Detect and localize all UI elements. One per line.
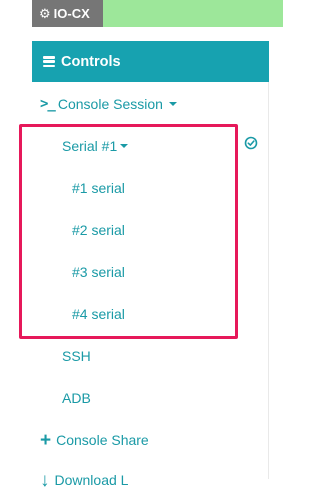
check-circle-icon xyxy=(244,136,258,150)
chevron-down-icon xyxy=(120,144,129,148)
nav-console-session-label: Console Session xyxy=(57,96,163,112)
highlight-box xyxy=(19,124,238,339)
nav-download-label: Download L xyxy=(54,472,129,488)
nav-serial-item[interactable]: #2 serial xyxy=(72,221,125,239)
download-icon: ↓ xyxy=(40,469,50,491)
nav-ssh-label: SSH xyxy=(62,348,91,364)
nav-console-session[interactable]: >_ Console Session xyxy=(40,95,177,113)
chevron-down-icon xyxy=(168,102,177,106)
plus-icon: + xyxy=(40,429,52,451)
app-badge-label: IO-CX xyxy=(53,6,90,21)
nav-serial-1[interactable]: Serial #1 xyxy=(62,137,129,155)
panel-divider xyxy=(268,41,269,479)
nav-serial-item[interactable]: #1 serial xyxy=(72,179,125,197)
hamburger-icon xyxy=(43,56,55,67)
nav-ssh[interactable]: SSH xyxy=(62,347,91,365)
controls-header-label: Controls xyxy=(61,53,121,70)
nav-serial-item-label: #1 serial xyxy=(72,180,125,196)
nav-serial-item-label: #2 serial xyxy=(72,222,125,238)
nav-console-share[interactable]: + Console Share xyxy=(40,429,149,451)
nav-serial-item[interactable]: #4 serial xyxy=(72,305,125,323)
terminal-icon: >_ xyxy=(40,96,56,112)
top-bar xyxy=(103,0,283,27)
controls-header[interactable]: Controls xyxy=(32,41,269,82)
nav-serial-item-label: #4 serial xyxy=(72,306,125,322)
nav-serial-item-label: #3 serial xyxy=(72,264,125,280)
nav-adb[interactable]: ADB xyxy=(62,389,91,407)
gear-icon: ⚙ xyxy=(39,6,51,21)
nav-console-share-label: Console Share xyxy=(56,432,149,448)
nav-serial-item[interactable]: #3 serial xyxy=(72,263,125,281)
app-badge[interactable]: ⚙ IO-CX xyxy=(32,0,103,27)
nav-serial-1-label: Serial #1 xyxy=(62,138,118,154)
nav-adb-label: ADB xyxy=(62,390,91,406)
nav-download[interactable]: ↓ Download L xyxy=(40,469,129,491)
